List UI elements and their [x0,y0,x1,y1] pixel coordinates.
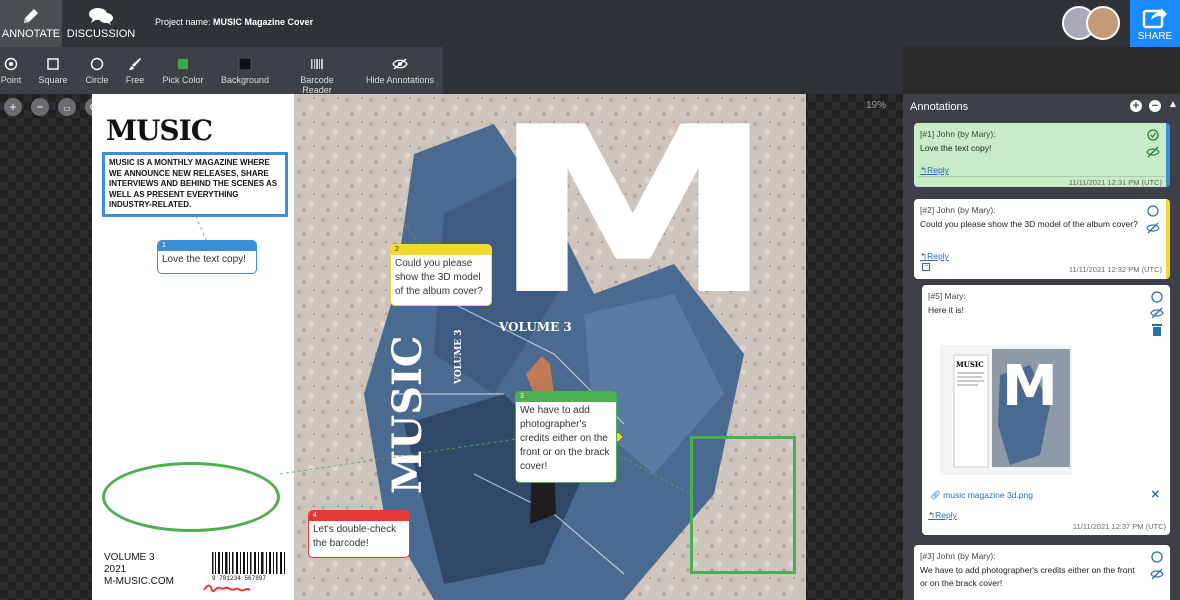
tool-barcode-reader[interactable]: Barcode Reader [286,47,348,95]
panel-title: Annotations [910,101,969,113]
tool-point-label: Point [0,75,22,85]
card-text: Could you please show the 3D model of th… [920,219,1138,229]
discussion-mode-button[interactable]: DISCUSSION [62,0,140,47]
note-text: Let's double-check the barcode! [313,524,397,549]
tool-circle[interactable]: Circle [84,47,110,94]
tool-pick-color[interactable]: Pick Color [161,47,205,94]
reply-label: Reply [927,251,949,261]
tool-free-label: Free [125,75,145,85]
card-time: 11/11/2021 12:37 PM (UTC) [1072,522,1166,531]
tool-background[interactable]: Background [220,47,270,94]
top-bar: ANNOTATE DISCUSSION Project name: MUSIC … [0,0,1180,47]
thumb-title: MUSIC [956,360,984,369]
tool-square[interactable]: Square [37,47,69,94]
thumb-letter: M [1002,354,1058,419]
divider [918,176,1165,177]
square-annotation[interactable] [690,436,796,574]
card-text: We have to add photographer's credits ei… [920,565,1135,588]
card-time: 11/11/2021 12:31 PM (UTC) [1068,178,1162,187]
tool-hide-annotations-label: Hide Annotations [365,75,435,85]
card-text: Here it is! [928,305,964,315]
tool-background-label: Background [220,75,270,85]
card-text: Love the text copy! [920,143,992,153]
brush-icon [124,57,146,71]
card-meta: [#2] John (by Mary): [920,205,996,215]
note-number: 1 [158,241,256,251]
eye-off-icon [364,57,436,71]
card-time: 11/11/2021 12:32 PM (UTC) [1068,265,1162,274]
barcode-icon [286,57,348,71]
remove-attachment-icon[interactable]: ✕ [1151,488,1160,501]
note-number: 2 [391,245,491,255]
attachment-thumbnail[interactable]: MUSIC M [940,345,1072,475]
tool-point[interactable]: Point [0,47,22,94]
reply-link[interactable]: ↰Reply [920,251,949,262]
reply-label: Reply [935,510,957,520]
tool-barcode-reader-label: Barcode Reader [300,75,334,95]
collapse-all-button[interactable]: − [1149,100,1161,112]
document-canvas[interactable]: + − ▭ ↺ ↻ 19% MUSIC MUSIC IS A MONTHLY M… [0,94,903,600]
reply-link[interactable]: ↰Reply [920,165,949,176]
card-icons [1146,129,1160,161]
annotation-note-1[interactable]: 1 Love the text copy! [157,240,257,274]
card-meta: [#3] John (by Mary): [920,551,996,561]
point-icon [0,57,22,71]
annotation-toolbar: Point Square Circle Free Pick Color Back… [0,47,443,95]
annotation-card-3[interactable]: [#3] John (by Mary): We have to add phot… [914,545,1170,600]
card-icons [1150,551,1164,583]
circle-annotation[interactable] [102,462,280,532]
card-meta: [#1] John (by Mary): [920,129,996,139]
avatar-user-2[interactable] [1086,6,1120,40]
annotate-mode-button[interactable]: ANNOTATE [0,0,62,47]
reply-label: Reply [927,165,949,175]
background-icon [220,57,270,71]
annotation-note-3[interactable]: 3 We have to add photographer's credits … [515,391,617,483]
annotation-card-1[interactable]: [#1] John (by Mary): Love the text copy!… [914,123,1170,187]
note-text: Love the text copy! [162,254,246,265]
note-number: 3 [516,392,616,402]
chat-bubbles-icon [62,6,140,26]
toolbar-empty-area [443,47,903,94]
attachment-file-link[interactable]: 🔗︎ music magazine 3d.png [930,490,1033,501]
tool-pick-color-label: Pick Color [162,75,204,85]
note-number: 4 [309,511,409,521]
color-swatch-icon [161,57,205,71]
project-name: Project name: MUSIC Magazine Cover [155,17,313,27]
annotation-note-4[interactable]: 4 Let's double-check the barcode! [308,510,410,558]
share-icon [1130,5,1180,29]
discussion-label: DISCUSSION [66,28,136,40]
card-icons [1146,205,1160,237]
project-label: Project name: [155,17,211,27]
scroll-up-icon[interactable]: ▲ [1168,99,1178,110]
tool-free[interactable]: Free [124,47,146,94]
annotation-note-2[interactable]: 2 Could you please show the 3D model of … [390,244,492,306]
annotation-card-2[interactable]: [#2] John (by Mary): Could you please sh… [914,199,1170,279]
plus-icon: + [1132,100,1140,112]
attachment-file-name: music magazine 3d.png [943,490,1033,500]
project-title: MUSIC Magazine Cover [213,17,314,27]
tool-hide-annotations[interactable]: Hide Annotations [364,47,436,94]
card-icons [1150,291,1164,339]
annotation-card-5[interactable]: [#5] Mary: Here it is! MUSIC M 🔗︎ music … [922,285,1170,535]
tool-circle-label: Circle [85,75,109,85]
circle-icon [84,57,110,71]
collapse-thread-icon[interactable]: − [922,263,930,271]
annotate-label: ANNOTATE [1,28,61,40]
minus-icon: − [1151,100,1159,112]
card-meta: [#5] Mary: [928,291,966,301]
expand-all-button[interactable]: + [1130,100,1142,112]
paperclip-icon: 🔗︎ [930,490,941,500]
note-text: We have to add photographer's credits ei… [520,405,610,472]
annotations-panel: Annotations + − ▲ [#1] John (by Mary): L… [903,94,1180,600]
share-label: SHARE [1137,31,1173,42]
share-button[interactable]: SHARE [1130,0,1180,47]
note-text: Could you please show the 3D model of th… [395,258,483,297]
reply-link[interactable]: ↰Reply [928,510,957,521]
tool-square-label: Square [38,75,68,85]
square-icon [37,57,69,71]
pencil-icon [0,6,62,26]
